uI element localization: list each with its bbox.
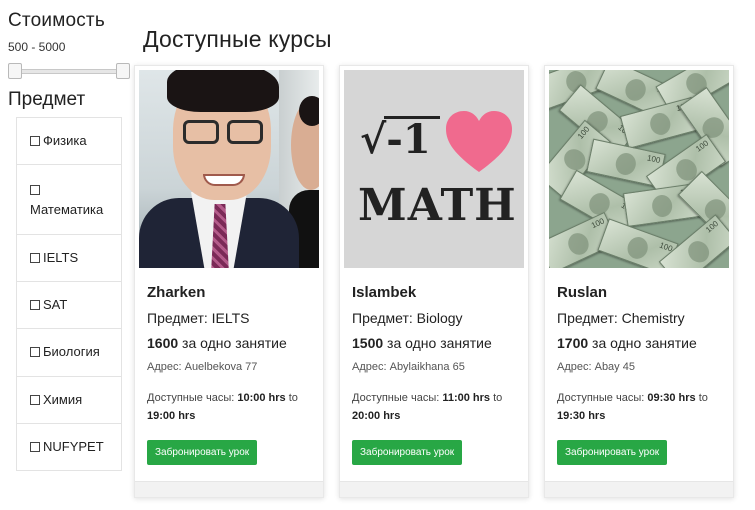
course-price: 1700 за одно занятие [557,335,725,351]
page-title: Доступные курсы [143,26,332,52]
tutor-address: Адрес: Auelbekova 77 [147,361,258,373]
price-slider-track[interactable] [12,69,126,74]
hours-from: 11:00 hrs [442,392,491,404]
tutor-address: Адрес: Abylaikhana 65 [352,361,465,373]
price-value: 1700 [557,335,589,351]
checkbox-icon[interactable] [30,300,40,311]
hours-to: 19:30 hrs [557,409,606,422]
subject-label: Биология [43,344,100,360]
course-card: Ruslan Предмет: Chemistry 1700 за одно з… [544,65,734,498]
hours-to-word: to [490,392,503,404]
subject-label: IELTS [43,250,79,266]
book-lesson-button[interactable]: Забронировать урок [147,440,258,465]
price-value: 1500 [352,335,384,351]
subject-filter-biology[interactable]: Биология [17,329,121,377]
hours-to-word: to [285,392,298,404]
course-image: √-1 MATH [344,70,524,268]
price-slider-max-handle[interactable] [116,63,130,79]
book-lesson-button[interactable]: Забронировать урок [557,440,668,465]
hours-to: 20:00 hrs [352,409,401,422]
subject-label: NUFYPET [43,438,104,454]
price-slider[interactable] [8,63,130,79]
checkbox-icon[interactable] [30,136,40,146]
subject-filter-list: Физика Математика IELTS SAT Биология Хим… [16,117,122,471]
hours-label: Доступные часы: [557,392,648,404]
available-hours: Доступные часы: 11:00 hrs to 20:00 hrs [352,390,520,425]
hours-label: Доступные часы: [147,392,238,404]
subject-filter-physics[interactable]: Физика [17,118,121,166]
math-word-text: MATH [358,180,517,231]
available-hours: Доступные часы: 10:00 hrs to 19:00 hrs [147,390,315,425]
tutor-name: Zharken [147,284,206,301]
subject-filter-chemistry[interactable]: Химия [17,377,121,424]
filter-sidebar: Стоимость 500 - 5000 Предмет Физика Мате… [8,10,130,471]
card-footer [340,481,528,497]
checkbox-icon[interactable] [30,347,40,358]
card-footer [545,481,733,497]
subject-label: Химия [43,391,83,407]
subject-filter-title: Предмет [8,89,86,110]
subject-filter-math[interactable]: Математика [17,165,121,236]
subject-label: SAT [43,297,68,313]
subject-filter-nufypet[interactable]: NUFYPET [17,424,121,470]
price-value: 1600 [147,335,179,351]
hours-label: Доступные часы: [352,392,443,404]
tutor-name: Islambek [352,284,417,301]
price-range-text: 500 - 5000 [8,40,66,54]
available-hours: Доступные часы: 09:30 hrs to 19:30 hrs [557,390,725,425]
subject-filter-ielts[interactable]: IELTS [17,235,121,283]
course-price: 1600 за одно занятие [147,335,315,351]
checkbox-icon[interactable] [30,253,40,264]
price-suffix: за одно занятие [383,335,492,351]
course-subject: Предмет: Chemistry [557,310,685,326]
hours-to: 19:00 hrs [147,409,196,422]
hours-from: 09:30 hrs [647,392,696,404]
course-price: 1500 за одно занятие [352,335,520,351]
card-footer [135,481,323,497]
course-card: √-1 MATH Islambek Предмет: Biology 1500 … [339,65,529,498]
course-subject: Предмет: Biology [352,310,463,326]
subject-label: Математика [30,201,104,217]
hours-to-word: to [695,392,708,404]
tutor-photo [139,70,319,268]
hours-from: 10:00 hrs [237,392,286,404]
checkbox-icon[interactable] [30,394,40,405]
subject-filter-sat[interactable]: SAT [17,282,121,330]
price-slider-min-handle[interactable] [8,63,22,79]
heart-icon [446,111,512,172]
course-subject: Предмет: IELTS [147,310,250,326]
checkbox-icon[interactable] [30,441,40,452]
book-lesson-button[interactable]: Забронировать урок [352,440,463,465]
math-sqrt-text: √-1 [360,116,431,163]
price-suffix: за одно занятие [178,335,287,351]
tutor-address: Адрес: Abay 45 [557,361,635,373]
checkbox-icon[interactable] [30,184,40,195]
subject-label: Физика [43,133,87,148]
price-suffix: за одно занятие [588,335,697,351]
course-image [549,70,729,268]
price-filter-title: Стоимость [8,10,105,31]
course-card: Zharken Предмет: IELTS 1600 за одно заня… [134,65,324,498]
tutor-name: Ruslan [557,284,608,301]
